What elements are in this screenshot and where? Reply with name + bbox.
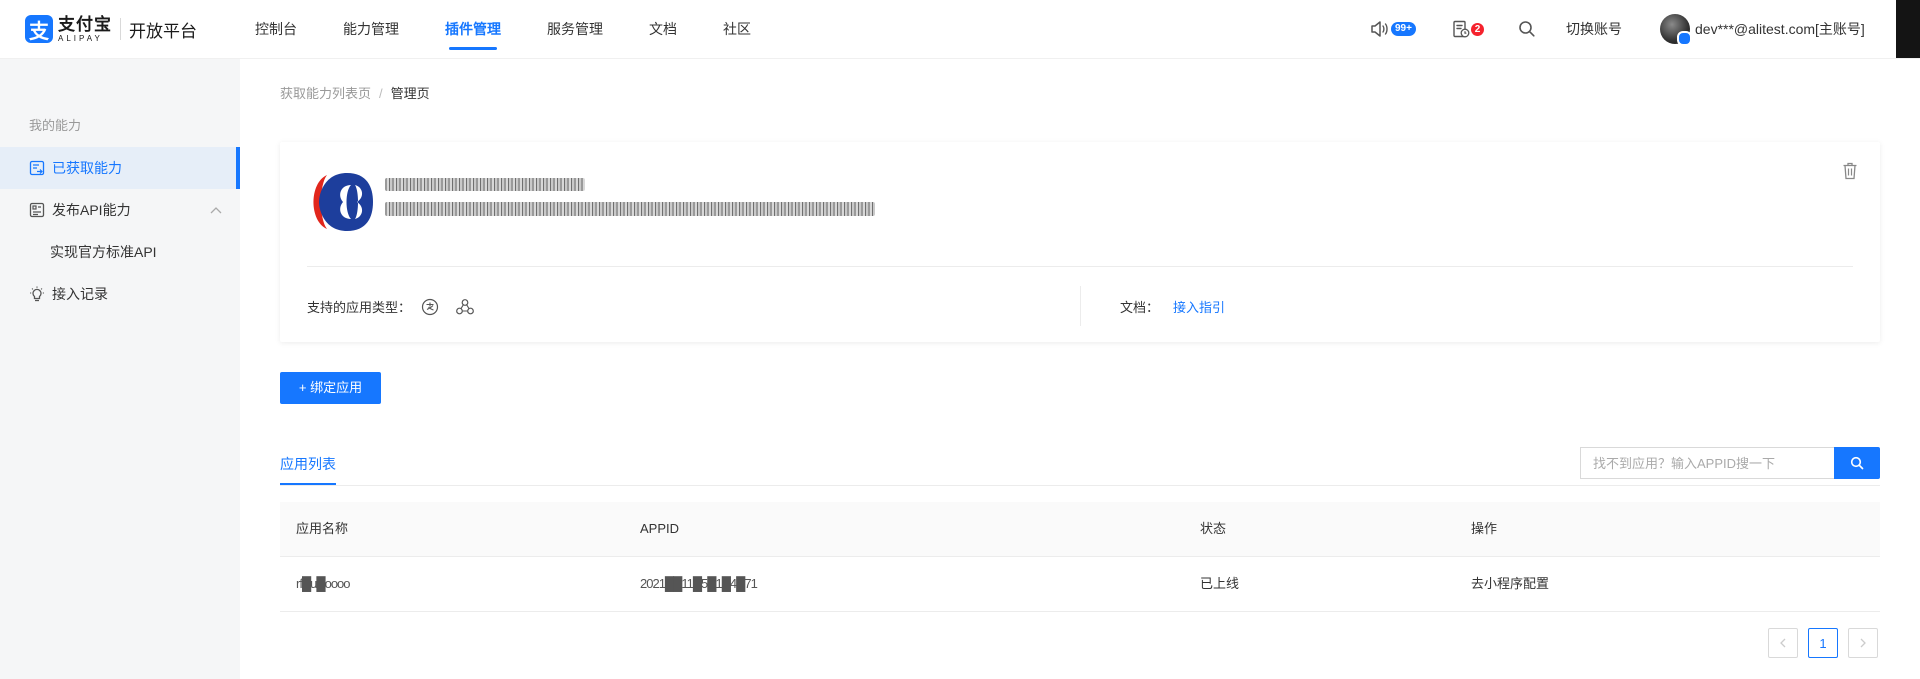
column-header: 应用名称 xyxy=(296,521,349,536)
nav-plugin-mgmt[interactable]: 插件管理 xyxy=(445,0,501,58)
switch-account-link[interactable]: 切换账号 xyxy=(1566,0,1622,58)
search-icon xyxy=(1519,21,1535,37)
list-icon xyxy=(29,160,45,176)
card-divider xyxy=(307,266,1853,267)
sidebar-item-publish-api[interactable]: 发布API能力 xyxy=(0,189,240,231)
chevron-left-icon xyxy=(1780,638,1786,648)
sidebar-item-label: 发布API能力 xyxy=(52,202,131,218)
top-navbar: 支 支付宝 ALIPAY 开放平台 控制台 能力管理 插件管理 服务管理 文档 … xyxy=(0,0,1920,59)
sidebar-item-label: 实现官方标准API xyxy=(50,244,157,260)
avatar-status-dot xyxy=(1677,31,1692,46)
chevron-up-icon[interactable] xyxy=(210,206,222,214)
table-row: rf█u█oooo 2021██11█5█1█4█71 已上线 去小程序配置 xyxy=(280,557,1880,612)
notice-badge: 99+ xyxy=(1391,22,1416,36)
appid-cell: 2021██11█5█1█4█71 xyxy=(640,576,758,591)
app-types-label: 支持的应用类型： xyxy=(307,300,412,315)
nav-docs[interactable]: 文档 xyxy=(649,0,677,58)
nav-service-mgmt[interactable]: 服务管理 xyxy=(547,0,603,58)
breadcrumb-separator: / xyxy=(379,86,383,101)
trash-icon[interactable] xyxy=(1842,162,1858,180)
alipay-logo[interactable]: 支 支付宝 ALIPAY 开放平台 xyxy=(25,15,197,43)
status-cell: 已上线 xyxy=(1200,576,1240,591)
api-icon xyxy=(29,202,45,218)
sidebar-item-acquired[interactable]: 已获取能力 xyxy=(0,147,240,189)
bulb-icon xyxy=(29,286,45,302)
app-types-field: 支持的应用类型： xyxy=(307,297,475,316)
avatar xyxy=(1660,14,1692,46)
bind-app-button[interactable]: + 绑定应用 xyxy=(280,372,381,404)
platform-name: 开放平台 xyxy=(129,21,197,41)
todo-badge: 2 xyxy=(1471,22,1484,36)
mini-program-icon xyxy=(456,298,474,314)
breadcrumb-parent[interactable]: 获取能力列表页 xyxy=(280,86,371,101)
logo-cn-text: 支付宝 xyxy=(58,14,112,34)
alipay-logo-mark: 支 xyxy=(25,15,53,43)
page-number-button[interactable]: 1 xyxy=(1808,628,1838,658)
nav-capability-mgmt[interactable]: 能力管理 xyxy=(343,0,399,58)
access-guide-link[interactable]: 接入指引 xyxy=(1173,297,1225,316)
breadcrumb: 获取能力列表页 / 管理页 xyxy=(280,83,430,102)
column-header: APPID xyxy=(640,521,680,536)
speaker-icon xyxy=(1371,21,1388,37)
breadcrumb-current: 管理页 xyxy=(390,86,430,101)
field-separator xyxy=(1080,286,1081,326)
logo-divider xyxy=(120,18,121,40)
plugin-desc-redacted xyxy=(385,202,875,216)
chevron-right-icon xyxy=(1860,638,1866,648)
next-page-button[interactable] xyxy=(1848,628,1878,658)
nav-community[interactable]: 社区 xyxy=(723,0,751,58)
mini-program-config-link[interactable]: 去小程序配置 xyxy=(1471,557,1549,611)
prev-page-button[interactable] xyxy=(1768,628,1798,658)
notification-button[interactable]: 99+ xyxy=(1370,0,1416,58)
tab-divider xyxy=(280,485,1880,486)
column-header: 操作 xyxy=(1471,521,1498,536)
sidebar-item-official-api[interactable]: 实现官方标准API xyxy=(0,231,290,273)
plugin-logo xyxy=(313,173,373,231)
search-button[interactable] xyxy=(1518,0,1536,58)
doc-label: 文档： xyxy=(1120,300,1160,315)
doc-field: 文档： 接入指引 xyxy=(1120,297,1225,316)
appid-search-input[interactable] xyxy=(1580,447,1834,479)
logo-en-text: ALIPAY xyxy=(58,33,103,43)
tab-app-list[interactable]: 应用列表 xyxy=(280,454,336,474)
sidebar-item-label: 已获取能力 xyxy=(52,160,122,176)
alipay-app-icon xyxy=(421,298,439,315)
nav-console[interactable]: 控制台 xyxy=(255,0,297,58)
search-icon xyxy=(1850,456,1864,470)
sidebar: 我的能力 已获取能力 发布API能力 实现官方标准API 接入记录 xyxy=(0,59,240,679)
app-name-cell: rf█u█oooo xyxy=(296,576,351,591)
search-submit-button[interactable] xyxy=(1834,447,1880,479)
sidebar-item-label: 接入记录 xyxy=(52,286,108,302)
plugin-name-redacted xyxy=(385,178,585,191)
main-nav: 控制台 能力管理 插件管理 服务管理 文档 社区 xyxy=(255,0,797,58)
user-menu[interactable]: dev***@alitest.com[主账号] xyxy=(1660,0,1865,58)
plugin-info-card: 支持的应用类型： 文档： 接入指引 xyxy=(280,142,1880,342)
side-panel-handle[interactable] xyxy=(1896,0,1920,58)
user-account-name: dev***@alitest.com[主账号] xyxy=(1695,21,1865,37)
sidebar-section-title: 我的能力 xyxy=(29,118,82,133)
todo-button[interactable]: 2 xyxy=(1452,0,1484,58)
sidebar-item-access-records[interactable]: 接入记录 xyxy=(0,273,240,315)
table-header: 应用名称 APPID 状态 操作 xyxy=(280,502,1880,557)
task-list-icon xyxy=(1453,20,1470,38)
column-header: 状态 xyxy=(1200,521,1227,536)
